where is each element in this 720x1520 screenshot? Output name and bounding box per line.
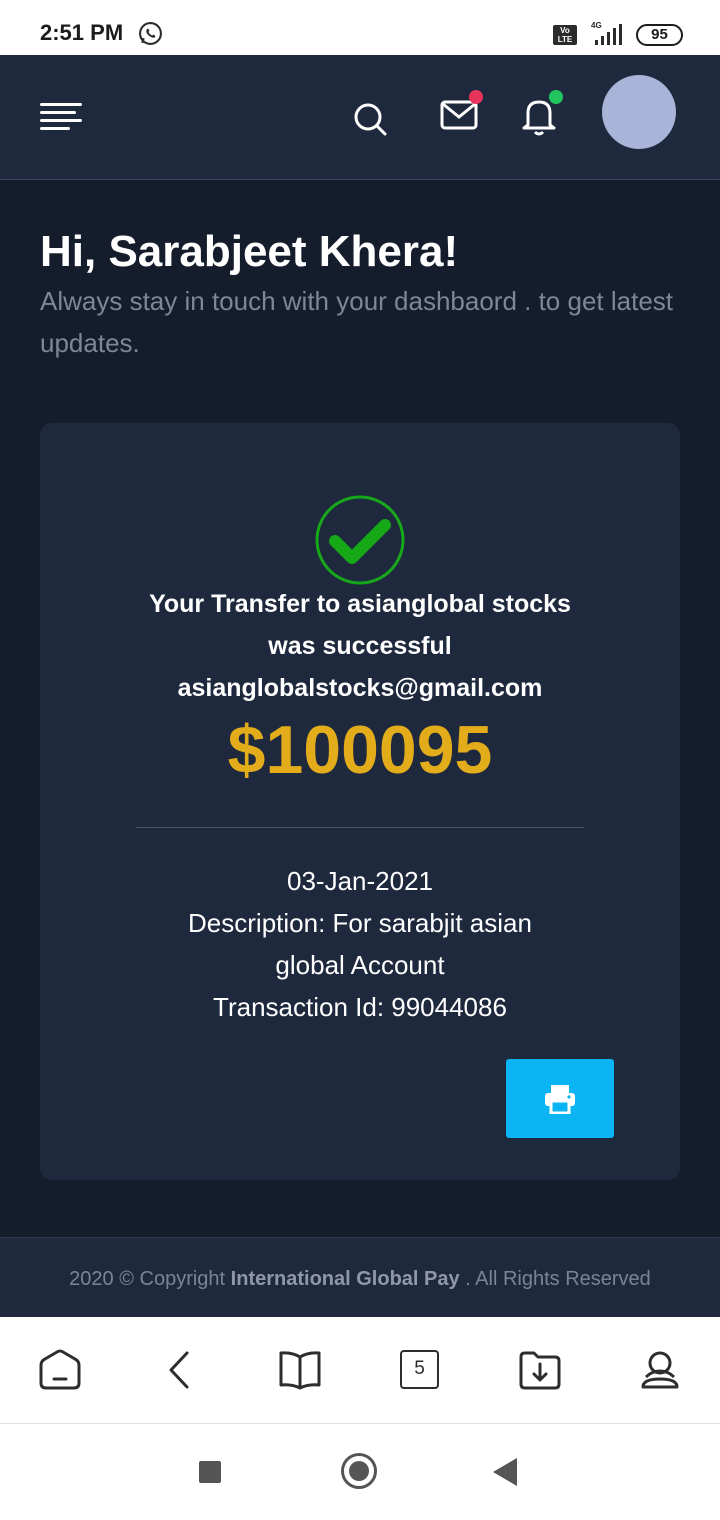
transfer-date: 03-Jan-2021: [287, 866, 433, 896]
bookmarks-book-icon[interactable]: [278, 1349, 322, 1391]
transfer-message-line1: Your Transfer to asianglobal stocks: [149, 590, 571, 618]
site-footer: 2020 © Copyright International Global Pa…: [0, 1237, 720, 1317]
tabs-icon[interactable]: 5: [400, 1350, 439, 1389]
downloads-icon[interactable]: [518, 1349, 562, 1391]
bell-notification-dot: [549, 90, 563, 104]
divider: [136, 827, 584, 828]
whatsapp-icon: [139, 22, 162, 45]
transfer-amount: $100095: [227, 712, 493, 788]
svg-text:4G: 4G: [591, 21, 602, 30]
print-button[interactable]: [506, 1059, 614, 1138]
recipient-email: asianglobalstocks@gmail.com: [177, 674, 543, 702]
transaction-id: Transaction Id: 99044086: [213, 992, 507, 1022]
hamburger-menu-icon[interactable]: [40, 103, 82, 131]
transfer-description-line2: global Account: [275, 950, 445, 980]
profile-icon[interactable]: [639, 1349, 681, 1391]
home-circle-icon[interactable]: [341, 1453, 377, 1489]
browser-bottom-bar: 5: [0, 1317, 720, 1424]
check-circle-icon: [315, 495, 405, 585]
battery-indicator: 95: [636, 24, 683, 46]
recents-square-icon[interactable]: [199, 1461, 221, 1483]
app-header: [0, 55, 720, 180]
copyright-brand-link[interactable]: International Global Pay: [231, 1268, 460, 1290]
avatar[interactable]: [602, 75, 676, 149]
copyright-suffix: . All Rights Reserved: [459, 1268, 651, 1290]
transfer-details: 03-Jan-2021 Description: For sarabjit as…: [120, 860, 600, 1028]
status-bar: 2:51 PM Vo LTE 4G 95: [0, 0, 720, 55]
search-icon[interactable]: [352, 100, 390, 138]
home-icon[interactable]: [38, 1349, 82, 1391]
mail-icon[interactable]: [440, 99, 478, 131]
page-subtitle: Always stay in touch with your dashbaord…: [40, 286, 674, 358]
volte-badge: Vo LTE: [553, 25, 577, 45]
mail-notification-dot: [469, 90, 483, 104]
copyright-prefix: 2020 © Copyright: [69, 1268, 231, 1290]
transfer-message-line2: was successful: [268, 632, 452, 660]
transfer-description-line1: Description: For sarabjit asian: [188, 908, 532, 938]
transfer-message: Your Transfer to asianglobal stocks was …: [60, 583, 660, 709]
copyright-text: 2020 © Copyright International Global Pa…: [0, 1268, 720, 1291]
signal-icon: 4G: [591, 21, 622, 45]
transfer-success-card: Your Transfer to asianglobal stocks was …: [40, 423, 680, 1180]
system-nav-bar: [0, 1424, 720, 1520]
back-arrow-icon[interactable]: [165, 1349, 193, 1391]
page-title: Hi, Sarabjeet Khera!: [40, 227, 459, 276]
status-time: 2:51 PM: [40, 20, 124, 45]
back-triangle-icon[interactable]: [493, 1458, 517, 1486]
print-icon: [545, 1085, 575, 1114]
